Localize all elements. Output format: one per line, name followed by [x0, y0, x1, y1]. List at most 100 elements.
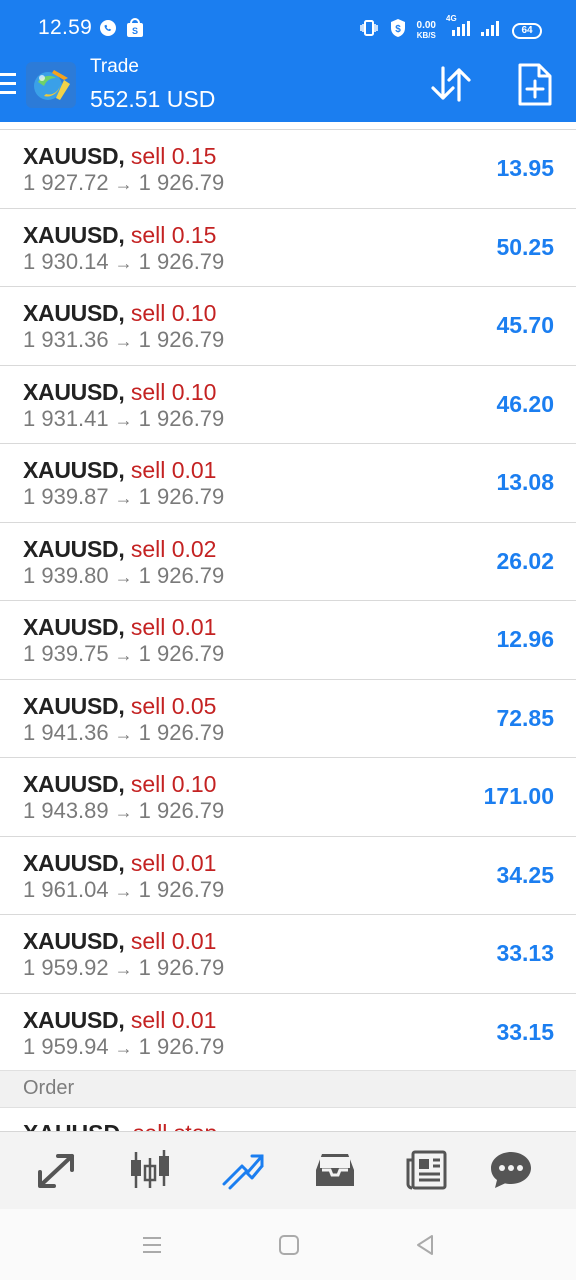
pending-order-row[interactable]: XAUUSD, sell stop [0, 1108, 576, 1132]
price-arrow: → [114, 409, 133, 430]
quotes-icon [38, 1154, 74, 1188]
price-arrow: → [114, 645, 133, 665]
shopping-bag-icon: S [126, 18, 144, 43]
nav-history[interactable] [312, 1148, 358, 1192]
position-symbol: XAUUSD, [23, 143, 125, 169]
position-prices: 1 961.04 → 1 926.79 [23, 877, 224, 903]
current-price: 1 926.79 [138, 405, 225, 431]
position-row[interactable]: XAUUSD, sell 0.02 1 939.80 → 1 926.79 26.02 [0, 523, 576, 601]
recent-apps-button[interactable] [140, 1233, 164, 1257]
position-profit: 34.25 [496, 861, 554, 888]
position-title: XAUUSD, sell 0.10 [23, 300, 216, 327]
price-arrow: → [114, 959, 133, 979]
position-row[interactable]: XAUUSD, sell 0.10 1 931.41 → 1 926.79 46.20 [0, 366, 576, 444]
nav-quotes[interactable] [36, 1148, 82, 1192]
position-prices: 1 959.92 → 1 926.79 [23, 955, 224, 981]
position-title: XAUUSD, sell 0.10 [23, 379, 216, 406]
open-price: 1 941.36 [23, 719, 109, 745]
position-prices: 1 931.36 → 1 926.79 [23, 327, 224, 353]
svg-text:S: S [132, 26, 138, 36]
account-balance: 552.51 USD [90, 86, 216, 112]
open-price: 1 961.04 [23, 876, 109, 902]
position-row[interactable]: XAUUSD, sell 0.01 1 961.04 → 1 926.79 34.25 [0, 837, 576, 915]
position-symbol: XAUUSD, [23, 1006, 125, 1033]
position-row[interactable]: XAUUSD, sell 0.01 1 939.87 → 1 926.79 13.08 [0, 444, 576, 523]
position-title: XAUUSD, sell 0.10 [23, 771, 216, 798]
position-side-volume: sell 0.01 [130, 1006, 217, 1033]
position-symbol: XAUUSD, [23, 849, 125, 876]
new-order-button[interactable] [514, 62, 554, 108]
battery-indicator: 64 [512, 22, 542, 39]
order-section-label: Order [23, 1077, 75, 1099]
nav-trade[interactable] [220, 1148, 266, 1192]
position-row[interactable]: XAUUSD, sell 0.01 1 959.92 → 1 926.79 33.13 [0, 915, 576, 994]
current-price: 1 926.79 [138, 798, 225, 823]
position-symbol: XAUUSD, [23, 221, 125, 248]
open-price: 1 931.41 [23, 405, 109, 431]
price-arrow: → [114, 488, 133, 508]
current-price: 1 926.79 [138, 1033, 225, 1059]
back-triangle-icon [417, 1235, 433, 1255]
position-profit: 171.00 [483, 783, 554, 809]
position-side-volume: sell 0.15 [130, 221, 217, 248]
nav-news[interactable] [404, 1148, 450, 1192]
messages-icon [491, 1152, 531, 1188]
position-prices: 1 943.89 → 1 926.79 [23, 798, 224, 824]
position-title: XAUUSD, sell 0.01 [23, 614, 216, 641]
position-prices: 1 939.75 → 1 926.79 [23, 641, 224, 667]
position-title: XAUUSD, sell 0.01 [23, 457, 216, 484]
status-bar: 12.59 S $ 0.00 KB/S 4G 64 [0, 0, 576, 56]
open-price: 1 939.80 [23, 562, 109, 588]
position-side-volume: sell 0.01 [130, 614, 217, 640]
position-row[interactable]: XAUUSD, sell 0.15 1 930.14 → 1 926.79 50.25 [0, 209, 576, 287]
network-speed: 0.00 KB/S [416, 19, 436, 41]
position-symbol: XAUUSD, [23, 614, 125, 640]
home-button[interactable] [277, 1233, 301, 1257]
position-profit: 33.15 [496, 1018, 554, 1045]
menu-icon[interactable] [0, 73, 16, 95]
position-prices: 1 927.72 → 1 926.79 [23, 170, 224, 196]
position-side-volume: sell 0.01 [130, 457, 217, 483]
position-row[interactable]: XAUUSD, sell 0.10 1 931.36 → 1 926.79 45.70 [0, 287, 576, 366]
price-arrow: → [114, 331, 133, 351]
position-title: XAUUSD, sell 0.01 [23, 1007, 216, 1034]
open-price: 1 939.87 [23, 484, 109, 509]
status-time: 12.59 [38, 16, 93, 39]
position-title: XAUUSD, sell 0.15 [23, 143, 216, 170]
current-price: 1 926.79 [138, 248, 225, 274]
position-side-volume: sell 0.10 [130, 378, 217, 405]
position-row[interactable]: XAUUSD, sell 0.05 1 941.36 → 1 926.79 72.85 [0, 680, 576, 758]
position-side-volume: sell 0.01 [130, 849, 217, 876]
add-document-icon [518, 63, 552, 106]
page-title: Trade [90, 56, 139, 77]
position-row[interactable]: XAUUSD, sell 0.10 1 943.89 → 1 926.79 171.00 [0, 758, 576, 837]
position-profit: 33.13 [496, 940, 554, 966]
position-row[interactable]: XAUUSD, sell 0.01 1 959.94 → 1 926.79 33.15 [0, 994, 576, 1072]
open-price: 1 939.75 [23, 641, 109, 666]
back-button[interactable] [413, 1233, 437, 1257]
current-price: 1 926.79 [138, 955, 225, 980]
position-row[interactable]: XAUUSD, sell 0.15 1 927.72 → 1 926.79 13.95 [0, 130, 576, 209]
bottom-navigation [0, 1131, 576, 1209]
square-icon [279, 1235, 299, 1255]
open-price: 1 931.36 [23, 327, 109, 352]
position-symbol: XAUUSD, [23, 771, 125, 797]
top-bar: 12.59 S $ 0.00 KB/S 4G 64 Trade 552.51 U… [0, 0, 576, 122]
position-symbol: XAUUSD, [23, 692, 125, 719]
price-arrow: → [114, 174, 133, 194]
network-type-label: 4G [446, 14, 457, 23]
open-price: 1 927.72 [23, 170, 109, 195]
position-profit: 13.08 [496, 469, 554, 495]
list-top-divider [0, 122, 576, 130]
nav-chart[interactable] [128, 1148, 174, 1192]
network-speed-value: 0.00 [416, 19, 436, 31]
current-price: 1 926.79 [138, 641, 225, 666]
sort-button[interactable] [426, 64, 476, 104]
position-title: XAUUSD, sell 0.01 [23, 928, 216, 955]
signal-icon [480, 18, 502, 43]
nav-messages[interactable] [488, 1148, 534, 1192]
current-price: 1 926.79 [138, 719, 225, 745]
current-price: 1 926.79 [138, 484, 225, 509]
position-side-volume: sell 0.10 [130, 300, 217, 326]
position-row[interactable]: XAUUSD, sell 0.01 1 939.75 → 1 926.79 12.96 [0, 601, 576, 680]
